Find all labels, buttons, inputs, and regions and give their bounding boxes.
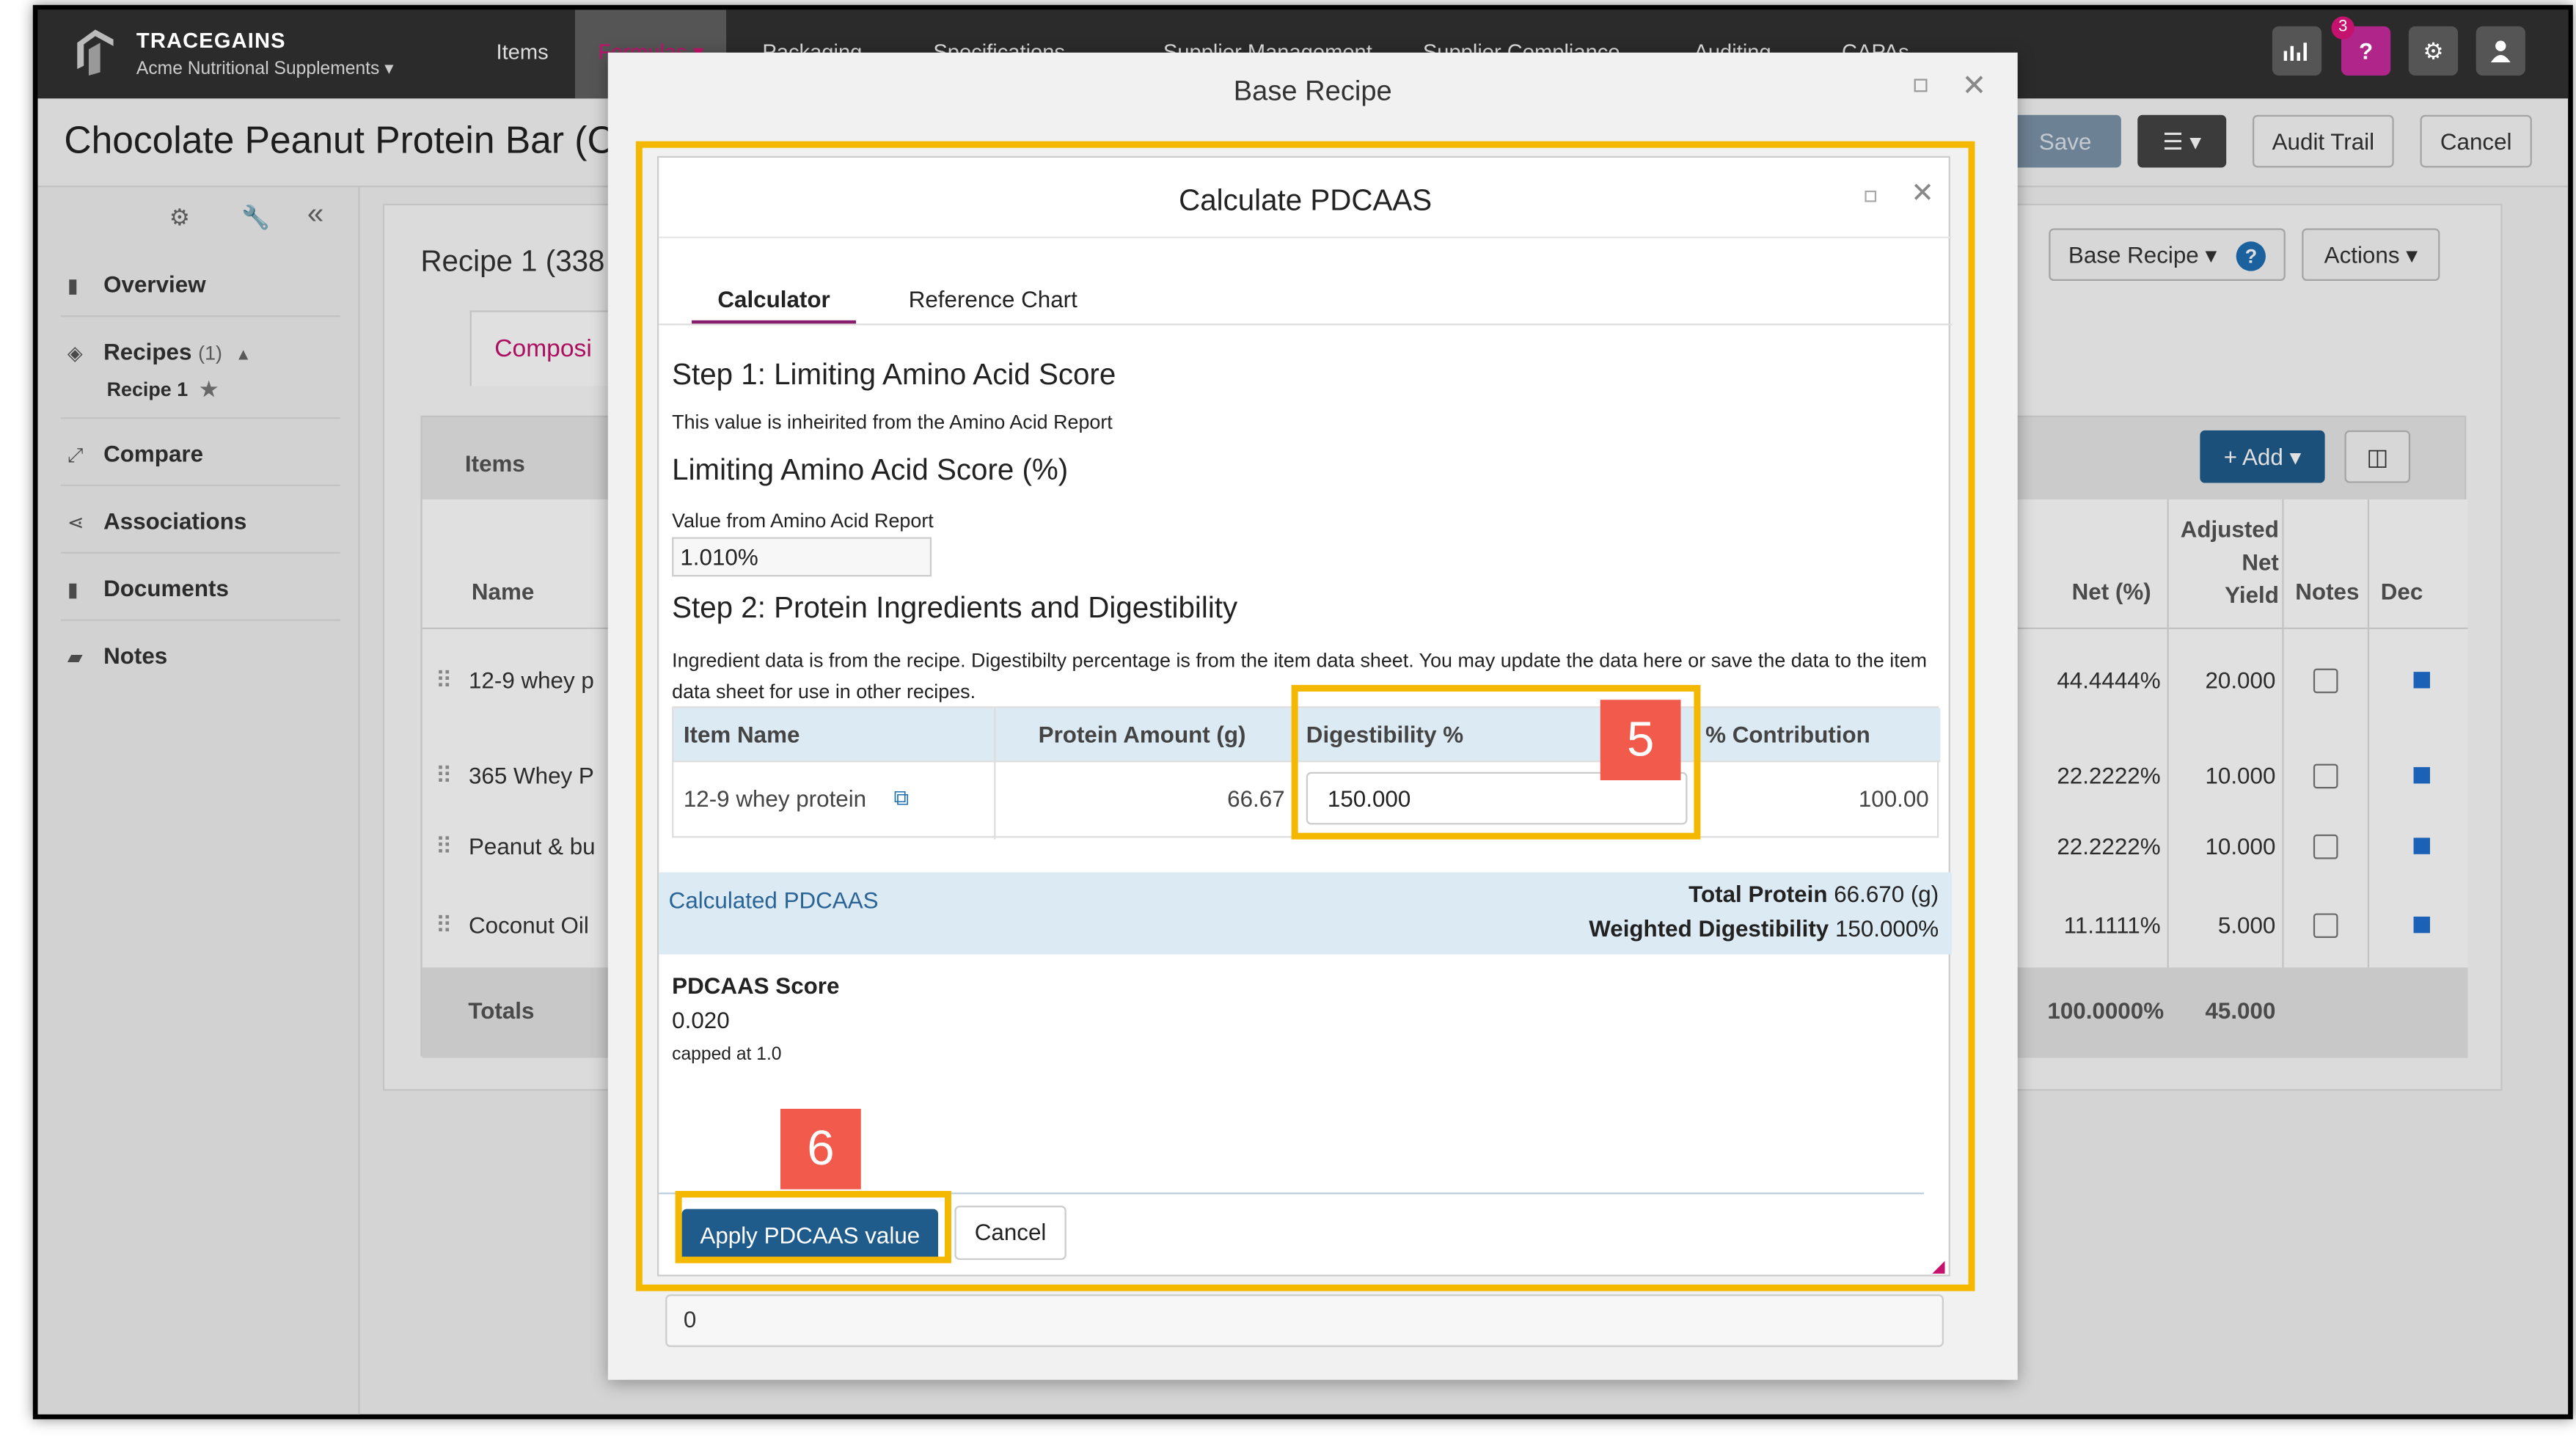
company-name: Acme Nutritional Supplements <box>136 59 380 79</box>
apply-button-highlight <box>675 1191 951 1264</box>
callout-badge-5: 5 <box>1600 700 1681 780</box>
gear-icon[interactable]: ⚙ <box>2408 26 2459 76</box>
user-icon[interactable] <box>2476 26 2525 76</box>
analytics-icon[interactable] <box>2272 26 2322 76</box>
chevron-down-icon: ▾ <box>384 59 394 79</box>
callout-badge-6: 6 <box>780 1109 861 1189</box>
tracegains-logo-icon <box>77 29 114 76</box>
brand-name: TRACEGAINS <box>136 28 286 53</box>
app-window: TRACEGAINS Acme Nutritional Supplements … <box>32 4 2573 1420</box>
maximize-icon[interactable] <box>1914 78 1928 92</box>
close-icon[interactable]: ✕ <box>1962 69 1987 103</box>
company-selector[interactable]: Acme Nutritional Supplements ▾ <box>136 57 394 79</box>
nav-items[interactable]: Items <box>496 40 548 65</box>
pdcaas-value-field[interactable]: 0 <box>665 1294 1944 1347</box>
modal-title: Base Recipe <box>1233 76 1392 107</box>
notification-count-badge: 3 <box>2331 16 2354 40</box>
